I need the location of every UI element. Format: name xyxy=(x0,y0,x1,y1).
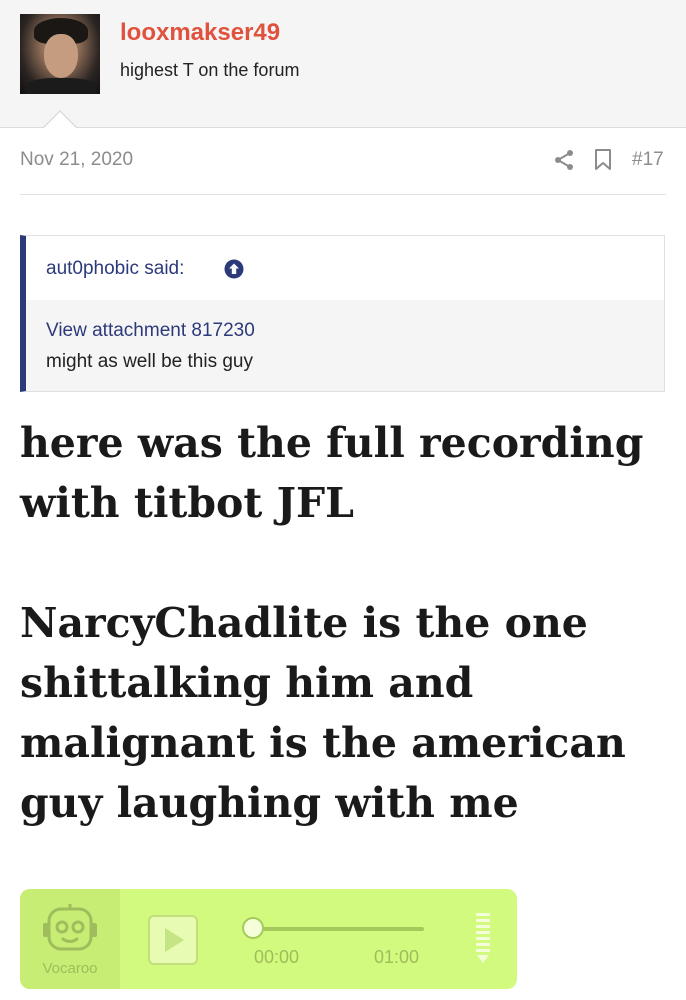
attachment-link[interactable]: View attachment 817230 xyxy=(46,320,255,342)
quote-text: might as well be this guy xyxy=(46,351,253,372)
bookmark-icon[interactable] xyxy=(594,149,612,171)
play-icon xyxy=(165,928,184,952)
vocaroo-label: Vocaroo xyxy=(42,960,98,977)
post-meta-row: Nov 21, 2020 #17 xyxy=(20,143,666,179)
share-icon[interactable] xyxy=(553,149,575,171)
audio-player: Vocaroo 00:00 01:00 xyxy=(20,889,517,989)
post-paragraph: NarcyChadlite is the one shittalking him… xyxy=(20,599,626,827)
avatar-face xyxy=(44,34,78,78)
vocaroo-logo-icon xyxy=(40,903,100,957)
quote-block: aut0phobic said: View attachment 817230 … xyxy=(20,235,665,392)
volume-icon[interactable] xyxy=(476,913,490,965)
post-number-link[interactable]: #17 xyxy=(632,149,664,171)
arrow-up-circle-icon[interactable] xyxy=(224,259,244,279)
seek-track[interactable] xyxy=(254,927,424,931)
play-button[interactable] xyxy=(148,915,198,965)
username-link[interactable]: looxmakser49 xyxy=(120,19,280,47)
quote-author[interactable]: aut0phobic said: xyxy=(46,258,184,280)
post-user-header: looxmakser49 highest T on the forum xyxy=(0,0,686,128)
seek-handle[interactable] xyxy=(242,917,264,939)
quote-header[interactable]: aut0phobic said: xyxy=(26,236,664,300)
avatar-shirt xyxy=(26,78,96,94)
avatar[interactable] xyxy=(20,14,100,94)
vocaroo-brand[interactable]: Vocaroo xyxy=(20,889,120,989)
total-time: 01:00 xyxy=(374,947,420,967)
post-date[interactable]: Nov 21, 2020 xyxy=(20,149,133,171)
user-title: highest T on the forum xyxy=(120,60,300,80)
current-time: 00:00 xyxy=(254,947,300,967)
meta-divider xyxy=(20,194,666,195)
post-paragraph: here was the full recording with titbot … xyxy=(20,419,644,527)
post-body: here was the full recording with titbot … xyxy=(20,413,666,833)
header-notch-inner xyxy=(43,112,77,129)
